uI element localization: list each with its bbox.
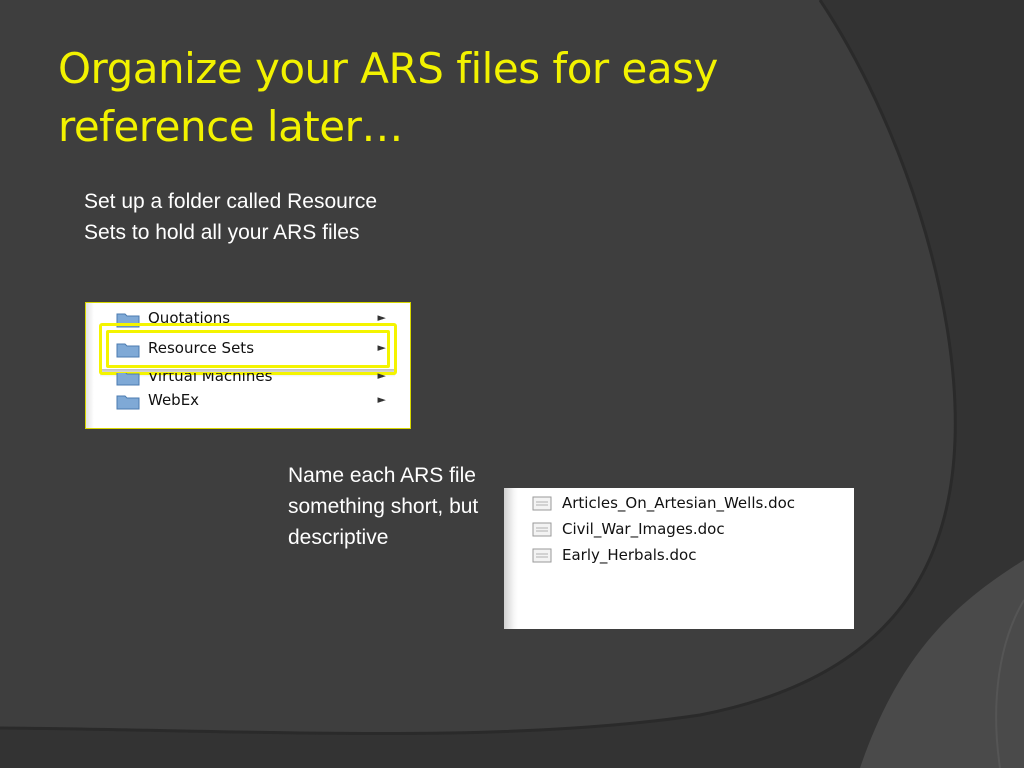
submenu-arrow-icon: ► (377, 341, 386, 354)
document-icon (532, 548, 552, 563)
file-item[interactable]: Articles_On_Artesian_Wells.doc (532, 493, 852, 515)
file-item[interactable]: Early_Herbals.doc (532, 545, 852, 567)
instruction-text-folder: Set up a folder called Resource Sets to … (84, 190, 378, 244)
menu-item-resource-sets[interactable]: Resource Sets ► (116, 337, 386, 361)
file-name: Early_Herbals.doc (562, 546, 697, 564)
submenu-arrow-icon: ► (377, 393, 386, 406)
folder-icon (116, 343, 140, 358)
file-list-screenshot: Articles_On_Artesian_Wells.doc Civil_War… (504, 488, 854, 629)
instruction-text-naming: Name each ARS file something short, but … (288, 464, 479, 549)
document-icon (532, 496, 552, 511)
menu-edge (86, 303, 94, 428)
document-icon (532, 522, 552, 537)
slide-title: Organize your ARS files for easy referen… (58, 44, 718, 151)
menu-item-label: Resource Sets (148, 339, 255, 357)
menu-item-webex[interactable]: WebEx ► (116, 389, 386, 413)
file-name: Articles_On_Artesian_Wells.doc (562, 494, 796, 512)
list-edge (504, 488, 518, 629)
file-name: Civil_War_Images.doc (562, 520, 725, 538)
folder-icon (116, 395, 140, 410)
file-item[interactable]: Civil_War_Images.doc (532, 519, 852, 541)
folder-menu-screenshot: Quotations ► Resource Sets ► Virtual Mac… (85, 302, 411, 429)
menu-item-label: WebEx (148, 391, 200, 409)
